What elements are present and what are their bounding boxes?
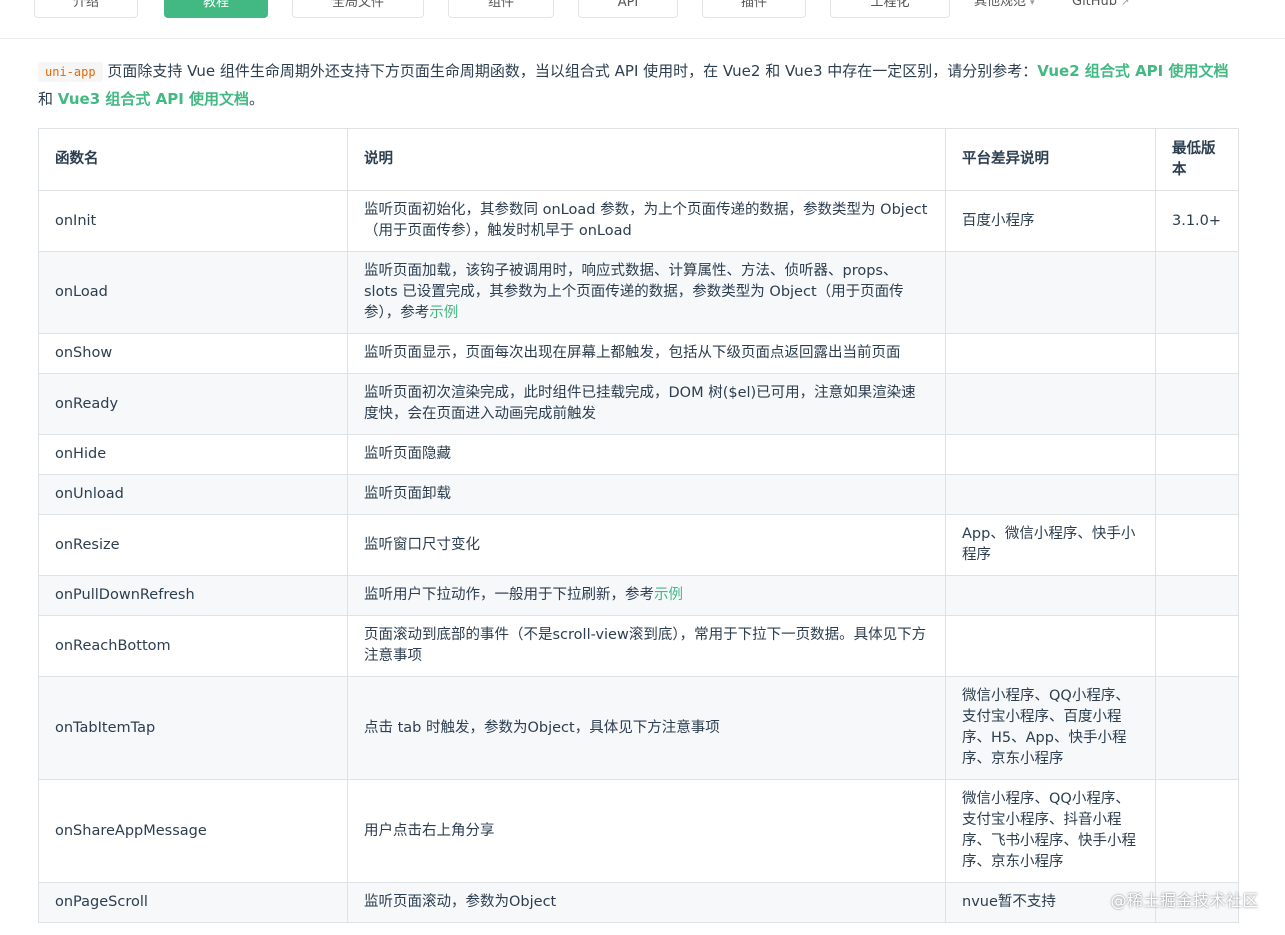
intro-text-and: 和: [38, 90, 58, 108]
cell-min-version: [1155, 779, 1239, 883]
description-text: 点击 tab 时触发，参数为Object，具体见下方注意事项: [364, 719, 720, 736]
description-text: 监听页面滚动，参数为Object: [364, 894, 557, 910]
table-row: onUnload 监听页面卸载: [38, 474, 1239, 515]
cell-function-name: onPageScroll: [38, 882, 348, 923]
intro-paragraph: uni-app 页面除支持 Vue 组件生命周期外还支持下方页面生命周期函数，当…: [38, 58, 1243, 113]
cell-description: 监听页面卸载: [347, 474, 946, 515]
cell-function-name: onReachBottom: [38, 615, 348, 677]
example-link[interactable]: 示例: [429, 305, 458, 321]
cell-description: 监听页面隐藏: [347, 434, 946, 475]
cell-platform: [945, 251, 1156, 334]
external-link-icon: ↗: [1121, 0, 1130, 8]
nav-item-intro[interactable]: 介绍: [34, 0, 138, 18]
cell-description: 用户点击右上角分享: [347, 779, 946, 883]
cell-platform: [945, 373, 1156, 435]
table-row: onTabItemTap 点击 tab 时触发，参数为Object，具体见下方注意…: [38, 676, 1239, 780]
nav-item-other-specs[interactable]: 其他规范 ▾: [974, 0, 1035, 18]
header-platform: 平台差异说明: [945, 128, 1156, 191]
lifecycle-table: 函数名 说明 平台差异说明 最低版本 onInit 监听页面初始化，其参数同 on…: [38, 128, 1239, 923]
vue2-composition-api-link[interactable]: Vue2 组合式 API 使用文档: [1037, 62, 1228, 80]
cell-function-name: onInit: [38, 190, 348, 252]
cell-min-version: [1155, 514, 1239, 576]
cell-platform: App、微信小程序、快手小程序: [945, 514, 1156, 576]
table-row: onShareAppMessage 用户点击右上角分享 微信小程序、QQ小程序、支付…: [38, 779, 1239, 883]
cell-min-version: [1155, 676, 1239, 780]
table-row: onHide 监听页面隐藏: [38, 434, 1239, 475]
table-header-row: 函数名 说明 平台差异说明 最低版本: [38, 128, 1239, 191]
table-row: onReachBottom 页面滚动到底部的事件（不是scroll-view滚到底…: [38, 615, 1239, 677]
nav-item-components[interactable]: 组件: [448, 0, 554, 18]
cell-description: 监听页面初始化，其参数同 onLoad 参数，为上个页面传递的数据，参数类型为 …: [347, 190, 946, 252]
cell-function-name: onShareAppMessage: [38, 779, 348, 883]
top-navigation: 介绍 教程 全局文件 组件 API 插件 工程化 其他规范 ▾ GitHub ↗: [0, 0, 1285, 39]
chevron-down-icon: ▾: [1030, 0, 1035, 8]
cell-description: 监听页面滚动，参数为Object: [347, 882, 946, 923]
cell-min-version: [1155, 474, 1239, 515]
cell-function-name: onReady: [38, 373, 348, 435]
description-text: 监听窗口尺寸变化: [364, 536, 480, 553]
description-text: 监听页面显示，页面每次出现在屏幕上都触发，包括从下级页面点返回露出当前页面: [364, 345, 901, 361]
cell-function-name: onPullDownRefresh: [38, 575, 348, 616]
cell-function-name: onLoad: [38, 251, 348, 334]
description-text: 监听页面初次渲染完成，此时组件已挂载完成，DOM 树($el)已可用，注意如果渲…: [364, 385, 916, 422]
description-text: 监听页面隐藏: [364, 446, 451, 462]
cell-description: 监听用户下拉动作，一般用于下拉刷新，参考示例: [347, 575, 946, 616]
description-text: 监听页面初始化，其参数同 onLoad 参数，为上个页面传递的数据，参数类型为 …: [364, 202, 928, 239]
table-row: onReady 监听页面初次渲染完成，此时组件已挂载完成，DOM 树($el)已可…: [38, 373, 1239, 435]
nav-item-plugins[interactable]: 插件: [702, 0, 806, 18]
cell-function-name: onTabItemTap: [38, 676, 348, 780]
cell-min-version: [1155, 333, 1239, 374]
cell-platform: 百度小程序: [945, 190, 1156, 252]
cell-platform: [945, 575, 1156, 616]
cell-description: 监听页面加载，该钩子被调用时，响应式数据、计算属性、方法、侦听器、props、s…: [347, 251, 946, 334]
cell-min-version: [1155, 575, 1239, 616]
watermark: @稀土掘金技术社区: [1110, 891, 1259, 910]
cell-description: 监听窗口尺寸变化: [347, 514, 946, 576]
description-text: 页面滚动到底部的事件（不是scroll-view滚到底），常用于下拉下一页数据。…: [364, 627, 927, 664]
description-text: 用户点击右上角分享: [364, 822, 495, 839]
nav-item-api[interactable]: API: [578, 0, 678, 18]
cell-platform: [945, 434, 1156, 475]
intro-text: 页面除支持 Vue 组件生命周期外还支持下方页面生命周期函数，当以组合式 API…: [107, 62, 1038, 80]
nav-other-label: 其他规范: [974, 0, 1027, 9]
cell-function-name: onShow: [38, 333, 348, 374]
cell-description: 页面滚动到底部的事件（不是scroll-view滚到底），常用于下拉下一页数据。…: [347, 615, 946, 677]
cell-function-name: onHide: [38, 434, 348, 475]
table-row: onInit 监听页面初始化，其参数同 onLoad 参数，为上个页面传递的数据，…: [38, 190, 1239, 252]
nav-item-global-files[interactable]: 全局文件: [292, 0, 424, 18]
nav-item-github[interactable]: GitHub ↗: [1072, 0, 1129, 18]
cell-platform: [945, 333, 1156, 374]
cell-function-name: onResize: [38, 514, 348, 576]
table-row: onLoad 监听页面加载，该钩子被调用时，响应式数据、计算属性、方法、侦听器、p…: [38, 251, 1239, 334]
header-min-version: 最低版本: [1155, 128, 1239, 191]
nav-item-tutorial[interactable]: 教程: [164, 0, 268, 18]
cell-platform: 微信小程序、QQ小程序、支付宝小程序、百度小程序、H5、App、快手小程序、京东…: [945, 676, 1156, 780]
table-row: onPageScroll 监听页面滚动，参数为Object nvue暂不支持: [38, 882, 1239, 923]
cell-description: 监听页面初次渲染完成，此时组件已挂载完成，DOM 树($el)已可用，注意如果渲…: [347, 373, 946, 435]
cell-platform: [945, 615, 1156, 677]
cell-platform: 微信小程序、QQ小程序、支付宝小程序、抖音小程序、飞书小程序、快手小程序、京东小…: [945, 779, 1156, 883]
cell-min-version: [1155, 251, 1239, 334]
header-description: 说明: [347, 128, 946, 191]
example-link[interactable]: 示例: [654, 587, 683, 603]
cell-min-version: 3.1.0+: [1155, 190, 1239, 252]
description-text: 监听页面卸载: [364, 486, 451, 502]
cell-platform: [945, 474, 1156, 515]
cell-min-version: [1155, 373, 1239, 435]
vue3-composition-api-link[interactable]: Vue3 组合式 API 使用文档: [58, 90, 249, 108]
cell-min-version: [1155, 434, 1239, 475]
table-row: onResize 监听窗口尺寸变化 App、微信小程序、快手小程序: [38, 514, 1239, 576]
cell-description: 点击 tab 时触发，参数为Object，具体见下方注意事项: [347, 676, 946, 780]
table-row: onShow 监听页面显示，页面每次出现在屏幕上都触发，包括从下级页面点返回露出当…: [38, 333, 1239, 374]
table-row: onPullDownRefresh 监听用户下拉动作，一般用于下拉刷新，参考示例: [38, 575, 1239, 616]
nav-item-engineering[interactable]: 工程化: [830, 0, 950, 18]
nav-github-label: GitHub: [1072, 0, 1118, 9]
description-text: 监听用户下拉动作，一般用于下拉刷新，参考: [364, 587, 654, 603]
header-function-name: 函数名: [38, 128, 348, 191]
intro-text-end: 。: [249, 90, 265, 108]
inline-code: uni-app: [38, 62, 103, 82]
cell-function-name: onUnload: [38, 474, 348, 515]
cell-min-version: [1155, 615, 1239, 677]
cell-description: 监听页面显示，页面每次出现在屏幕上都触发，包括从下级页面点返回露出当前页面: [347, 333, 946, 374]
